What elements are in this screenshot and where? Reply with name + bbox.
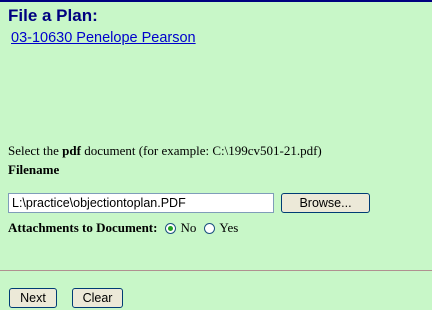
instruction-suffix: document (for example: C:\199cv501-21.pd… — [80, 143, 322, 158]
case-link[interactable]: 03-10630 Penelope Pearson — [11, 30, 196, 46]
attachments-yes-label: Yes — [219, 220, 239, 235]
attachments-no-radio[interactable] — [165, 222, 177, 234]
filename-input[interactable]: L:\practice\objectiontoplan.PDF — [8, 193, 274, 213]
attachments-yes-radio[interactable] — [204, 222, 216, 234]
next-button[interactable]: Next — [9, 288, 57, 308]
attachments-row: Attachments to Document: No Yes — [8, 220, 246, 236]
header-rule — [0, 0, 432, 2]
instruction-prefix: Select the — [8, 143, 63, 158]
attachments-no-label: No — [180, 220, 197, 235]
attachments-label: Attachments to Document: — [8, 220, 158, 235]
instruction-pdf: pdf — [62, 143, 81, 158]
file-instructions: Select the pdf document (for example: C:… — [8, 143, 322, 159]
browse-button[interactable]: Browse... — [281, 193, 370, 213]
filename-label: Filename — [8, 162, 60, 177]
form-divider — [0, 270, 432, 271]
clear-button[interactable]: Clear — [72, 288, 123, 308]
page-title: File a Plan: — [8, 6, 98, 25]
